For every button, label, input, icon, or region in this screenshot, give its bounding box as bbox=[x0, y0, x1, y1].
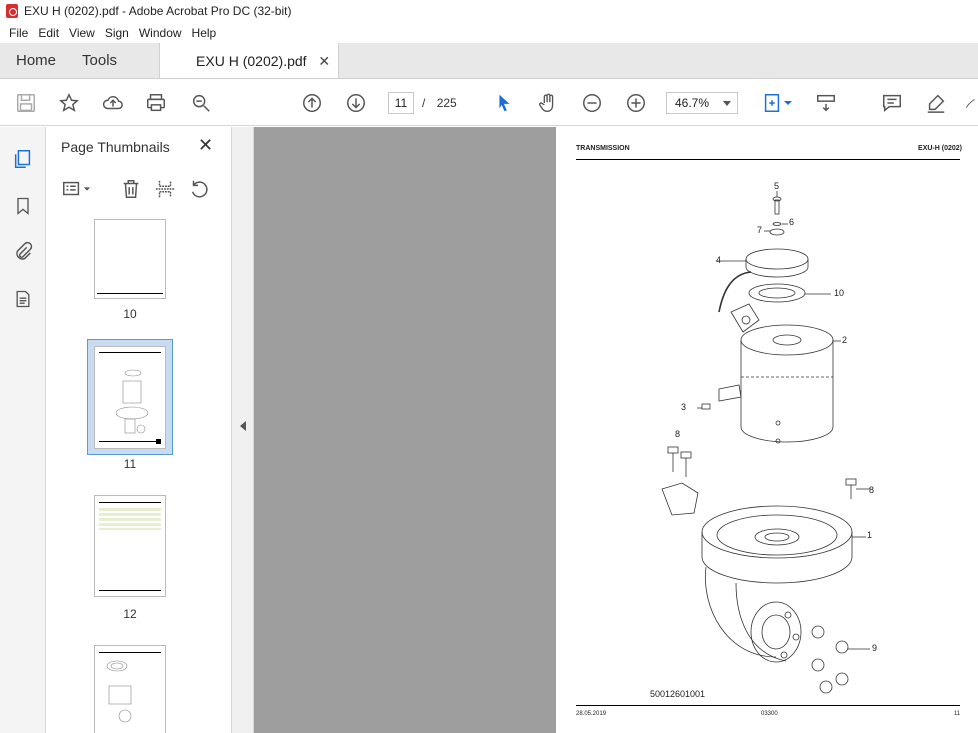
thumbnail-page-10[interactable] bbox=[94, 219, 166, 299]
callout-1: 1 bbox=[867, 530, 873, 540]
callout-8-left: 8 bbox=[675, 429, 681, 439]
callout-4: 4 bbox=[716, 255, 722, 265]
page-separator: / bbox=[422, 96, 426, 110]
window-titlebar: EXU H (0202).pdf - Adobe Acrobat Pro DC … bbox=[0, 0, 978, 22]
exploded-drawing bbox=[661, 191, 870, 694]
panel-collapse-handle[interactable] bbox=[232, 127, 254, 733]
footer-rule bbox=[576, 705, 960, 706]
callout-6: 6 bbox=[789, 217, 795, 227]
delete-page-icon[interactable] bbox=[119, 177, 143, 201]
thumbnail-label: 10 bbox=[123, 307, 137, 321]
document-canvas[interactable]: TRANSMISSION EXU-H (0202) 5 6 7 4 10 2 3… bbox=[254, 127, 978, 733]
panel-title: Page Thumbnails bbox=[61, 139, 170, 155]
total-pages: 225 bbox=[436, 96, 457, 110]
thumbnail-options-icon[interactable] bbox=[60, 177, 84, 201]
zoom-out-icon[interactable] bbox=[580, 91, 604, 115]
tab-document-label: EXU H (0202).pdf bbox=[196, 52, 307, 69]
zoom-in-icon[interactable] bbox=[624, 91, 648, 115]
footer-date: 28.05.2019 bbox=[576, 711, 607, 717]
menu-file[interactable]: File bbox=[4, 26, 33, 40]
rotate-page-icon[interactable] bbox=[187, 177, 211, 201]
bookmark-star-icon[interactable] bbox=[57, 91, 81, 115]
page-number-input[interactable]: 11 bbox=[388, 92, 414, 114]
thumbnail-list: 10 11 12 bbox=[46, 217, 212, 733]
page-total: / 225 bbox=[422, 96, 457, 110]
print-icon[interactable] bbox=[144, 91, 168, 115]
options-dropdown-icon[interactable] bbox=[82, 177, 92, 201]
thumbnail-page-13[interactable] bbox=[94, 645, 166, 733]
scroll-mode-icon[interactable] bbox=[814, 91, 838, 115]
menu-help[interactable]: Help bbox=[187, 26, 222, 40]
bookmarks-icon[interactable] bbox=[11, 194, 35, 218]
window-title: EXU H (0202).pdf - Adobe Acrobat Pro DC … bbox=[24, 4, 292, 18]
menu-edit[interactable]: Edit bbox=[33, 26, 64, 40]
save-icon[interactable] bbox=[14, 91, 38, 115]
tab-home[interactable]: Home bbox=[0, 43, 68, 78]
next-page-icon[interactable] bbox=[344, 91, 368, 115]
comment-icon[interactable] bbox=[880, 91, 904, 115]
tab-bar: Home Tools EXU H (0202).pdf ✕ bbox=[0, 43, 978, 79]
zoom-level-select[interactable]: 46.7% bbox=[666, 92, 738, 114]
zoom-level-value: 46.7% bbox=[675, 96, 710, 110]
callout-3: 3 bbox=[681, 402, 687, 412]
collapse-arrow-icon bbox=[240, 421, 246, 431]
main-toolbar bbox=[0, 80, 978, 126]
attachments-icon[interactable] bbox=[11, 240, 35, 264]
tab-document[interactable]: EXU H (0202).pdf ✕ bbox=[159, 43, 340, 78]
tab-tools[interactable]: Tools bbox=[68, 43, 129, 78]
menu-window[interactable]: Window bbox=[134, 26, 187, 40]
draw-icon[interactable] bbox=[964, 91, 978, 115]
upload-cloud-icon[interactable] bbox=[101, 91, 125, 115]
callout-7: 7 bbox=[757, 225, 763, 235]
menu-view[interactable]: View bbox=[64, 26, 100, 40]
page-thumbnails-icon[interactable] bbox=[11, 147, 35, 171]
document-properties-icon[interactable] bbox=[11, 287, 35, 311]
callout-8-right: 8 bbox=[869, 485, 875, 495]
fit-page-dropdown-icon[interactable] bbox=[783, 91, 793, 115]
fit-page-icon[interactable] bbox=[760, 91, 784, 115]
footer-code: 03300 bbox=[761, 711, 778, 717]
callout-10: 10 bbox=[834, 288, 845, 298]
zoom-search-icon[interactable] bbox=[189, 91, 213, 115]
thumbnail-page-12[interactable] bbox=[94, 495, 166, 597]
previous-page-icon[interactable] bbox=[300, 91, 324, 115]
panel-close-icon[interactable]: ✕ bbox=[198, 135, 213, 156]
document-page: TRANSMISSION EXU-H (0202) 5 6 7 4 10 2 3… bbox=[556, 127, 978, 733]
select-pointer-icon[interactable] bbox=[492, 91, 516, 115]
callout-2: 2 bbox=[842, 335, 848, 345]
thumbnail-toolbar bbox=[46, 175, 232, 205]
thumbnail-page-11[interactable] bbox=[94, 346, 166, 449]
extract-page-icon[interactable] bbox=[153, 177, 177, 201]
callout-5: 5 bbox=[774, 181, 780, 191]
navigation-rail bbox=[0, 127, 46, 733]
acrobat-logo-icon bbox=[6, 4, 18, 18]
page-thumbnails-panel: Page Thumbnails ✕ 10 11 12 bbox=[46, 127, 274, 733]
menu-bar: File Edit View Sign Window Help bbox=[0, 22, 978, 43]
footer-page-number: 11 bbox=[954, 711, 961, 717]
callout-9: 9 bbox=[872, 643, 878, 653]
highlight-pen-icon[interactable] bbox=[924, 91, 948, 115]
tab-close-icon[interactable]: ✕ bbox=[318, 53, 330, 70]
drawing-number: 50012601001 bbox=[650, 689, 706, 699]
thumbnail-label: 11 bbox=[123, 457, 137, 471]
chevron-down-icon bbox=[723, 101, 731, 106]
thumbnail-label: 12 bbox=[123, 607, 137, 621]
menu-sign[interactable]: Sign bbox=[100, 26, 134, 40]
hand-tool-icon[interactable] bbox=[536, 91, 560, 115]
